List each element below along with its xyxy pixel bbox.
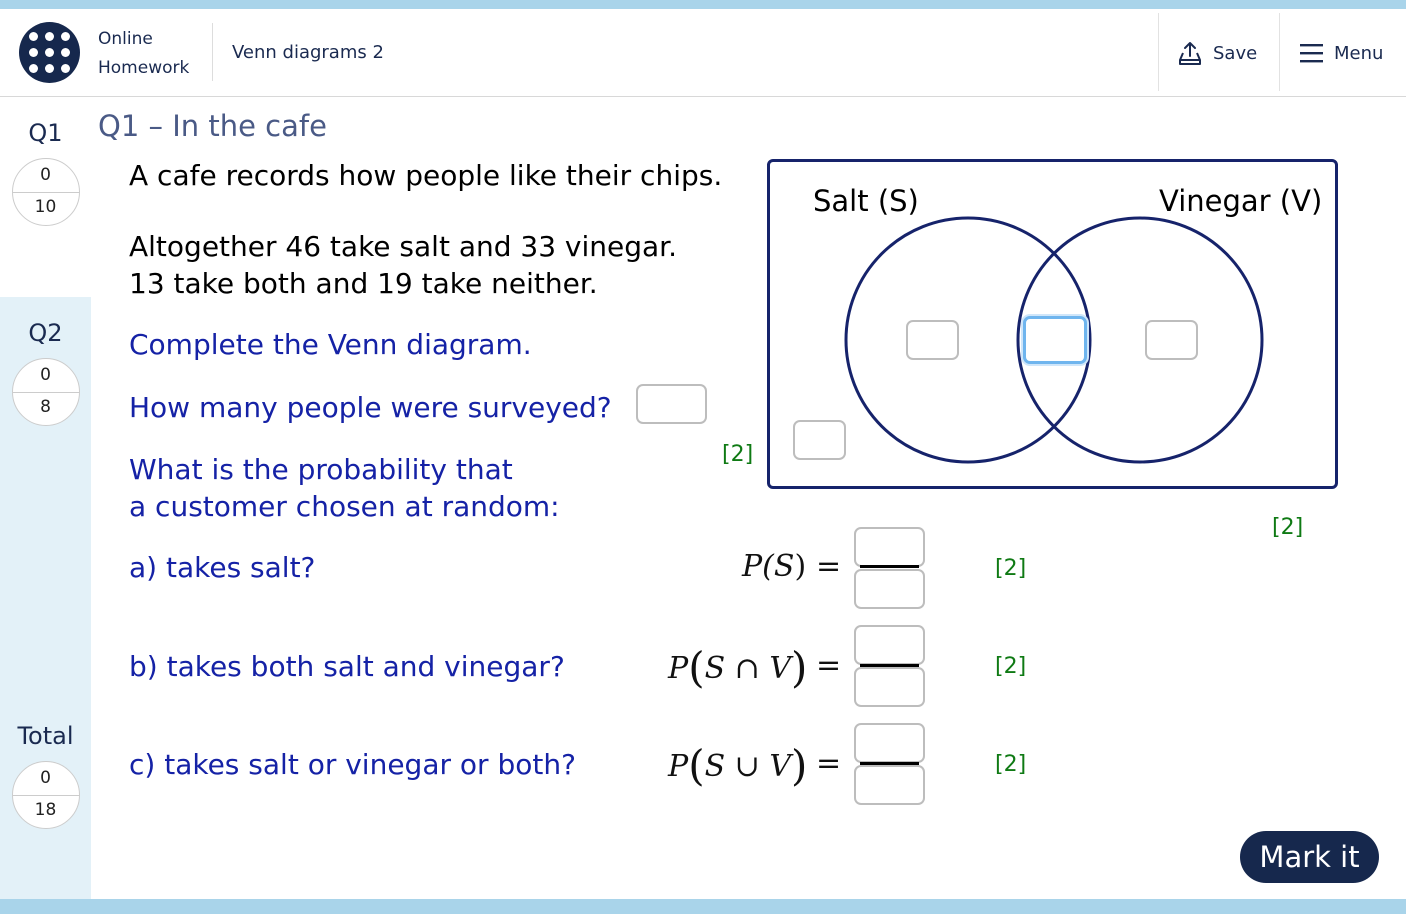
part-a-label: a) takes salt? [129, 551, 316, 584]
sidebar-tab-q2[interactable]: Q2 0 8 [0, 297, 91, 500]
part-c-expression: P(S ∪ V) [668, 741, 808, 790]
bottom-accent-strip [0, 899, 1406, 914]
surveyed-marks: [2] [722, 442, 754, 467]
question-sidebar: Q1 0 10 Q2 0 8 Total 0 18 [0, 97, 91, 899]
venn-diagram: Salt (S) Vinegar (V) [767, 159, 1338, 489]
part-b-marks: [2] [995, 654, 1027, 679]
set-a-label: Salt (S) [813, 184, 919, 218]
score-max: 8 [40, 397, 51, 417]
app-title: Online Homework [98, 25, 189, 83]
score-circle: 0 18 [11, 761, 80, 829]
vinegar-only-input[interactable] [1145, 320, 1198, 360]
score-circle: 0 10 [11, 158, 80, 226]
part-b-label: b) takes both salt and vinegar? [129, 650, 565, 683]
question-panel: Q1 – In the cafe A cafe records how peop… [91, 97, 1406, 899]
part-b-inner: S ∩ V [704, 651, 792, 686]
probability-intro-line1: What is the probability that [129, 453, 513, 486]
part-c-prefix: P [668, 749, 689, 784]
part-b-expression: P(S ∩ V) [668, 643, 808, 692]
save-label: Save [1213, 42, 1258, 64]
part-c-label: c) takes salt or vinegar or both? [129, 748, 576, 781]
fraction-bar [860, 565, 919, 568]
venn-marks: [2] [1272, 515, 1304, 540]
surveyed-prompt: How many people were surveyed? [129, 391, 612, 424]
part-a-prefix: P( [742, 549, 774, 584]
instruction-text: Complete the Venn diagram. [129, 328, 532, 361]
sidebar-total: Total 0 18 [0, 700, 91, 899]
app-title-line2: Homework [98, 58, 190, 78]
part-a-expression: P(S) [742, 549, 806, 584]
upload-tray-icon [1179, 42, 1201, 65]
part-a-inner: S [773, 549, 795, 584]
app-title-line1: Online [98, 29, 153, 49]
equals-sign: = [816, 648, 842, 683]
part-c-marks: [2] [995, 752, 1027, 777]
score-max: 10 [34, 197, 57, 217]
question-title: Q1 – In the cafe [98, 109, 327, 143]
part-c-numerator-input[interactable] [854, 723, 925, 763]
equals-sign: = [816, 746, 842, 781]
header-divider [1158, 13, 1159, 91]
info-line-1: Altogether 46 take salt and 33 vinegar. [129, 230, 678, 263]
activity-title: Venn diagrams 2 [232, 42, 384, 63]
menu-label: Menu [1334, 42, 1384, 64]
header-divider [1279, 13, 1280, 91]
part-b-denominator-input[interactable] [854, 667, 925, 707]
menu-button[interactable]: Menu [1300, 33, 1383, 73]
mark-it-button[interactable]: Mark it [1240, 831, 1379, 883]
score-max: 18 [34, 800, 57, 820]
part-a-numerator-input[interactable] [854, 527, 925, 567]
total-label: Total [17, 722, 74, 750]
part-a-suffix: ) [794, 549, 807, 584]
equals-sign: = [816, 549, 842, 584]
score-value: 0 [40, 365, 51, 385]
intro-text: A cafe records how people like their chi… [129, 159, 723, 192]
part-a-denominator-input[interactable] [854, 569, 925, 609]
header-divider [212, 23, 213, 81]
score-value: 0 [40, 165, 51, 185]
info-line-2: 13 take both and 19 take neither. [129, 267, 598, 300]
tab-label: Q1 [28, 119, 63, 147]
intersection-input[interactable] [1023, 316, 1087, 364]
hamburger-icon [1300, 44, 1323, 63]
app-header: Online Homework Venn diagrams 2 Save Men… [0, 9, 1406, 97]
salt-only-input[interactable] [906, 320, 959, 360]
top-accent-strip [0, 0, 1406, 9]
part-b-numerator-input[interactable] [854, 625, 925, 665]
sidebar-tab-q1[interactable]: Q1 0 10 [0, 97, 91, 297]
part-c-inner: S ∪ V [704, 749, 792, 784]
apps-grid-icon[interactable] [19, 22, 80, 83]
set-b-label: Vinegar (V) [1159, 184, 1323, 218]
tab-label: Q2 [28, 319, 63, 347]
part-a-marks: [2] [995, 556, 1027, 581]
score-value: 0 [40, 768, 51, 788]
probability-intro-line2: a customer chosen at random: [129, 490, 560, 523]
part-c-denominator-input[interactable] [854, 765, 925, 805]
save-button[interactable]: Save [1177, 33, 1257, 73]
surveyed-input[interactable] [636, 384, 707, 424]
score-circle: 0 8 [11, 358, 80, 426]
part-b-prefix: P [668, 651, 689, 686]
neither-input[interactable] [793, 420, 846, 460]
